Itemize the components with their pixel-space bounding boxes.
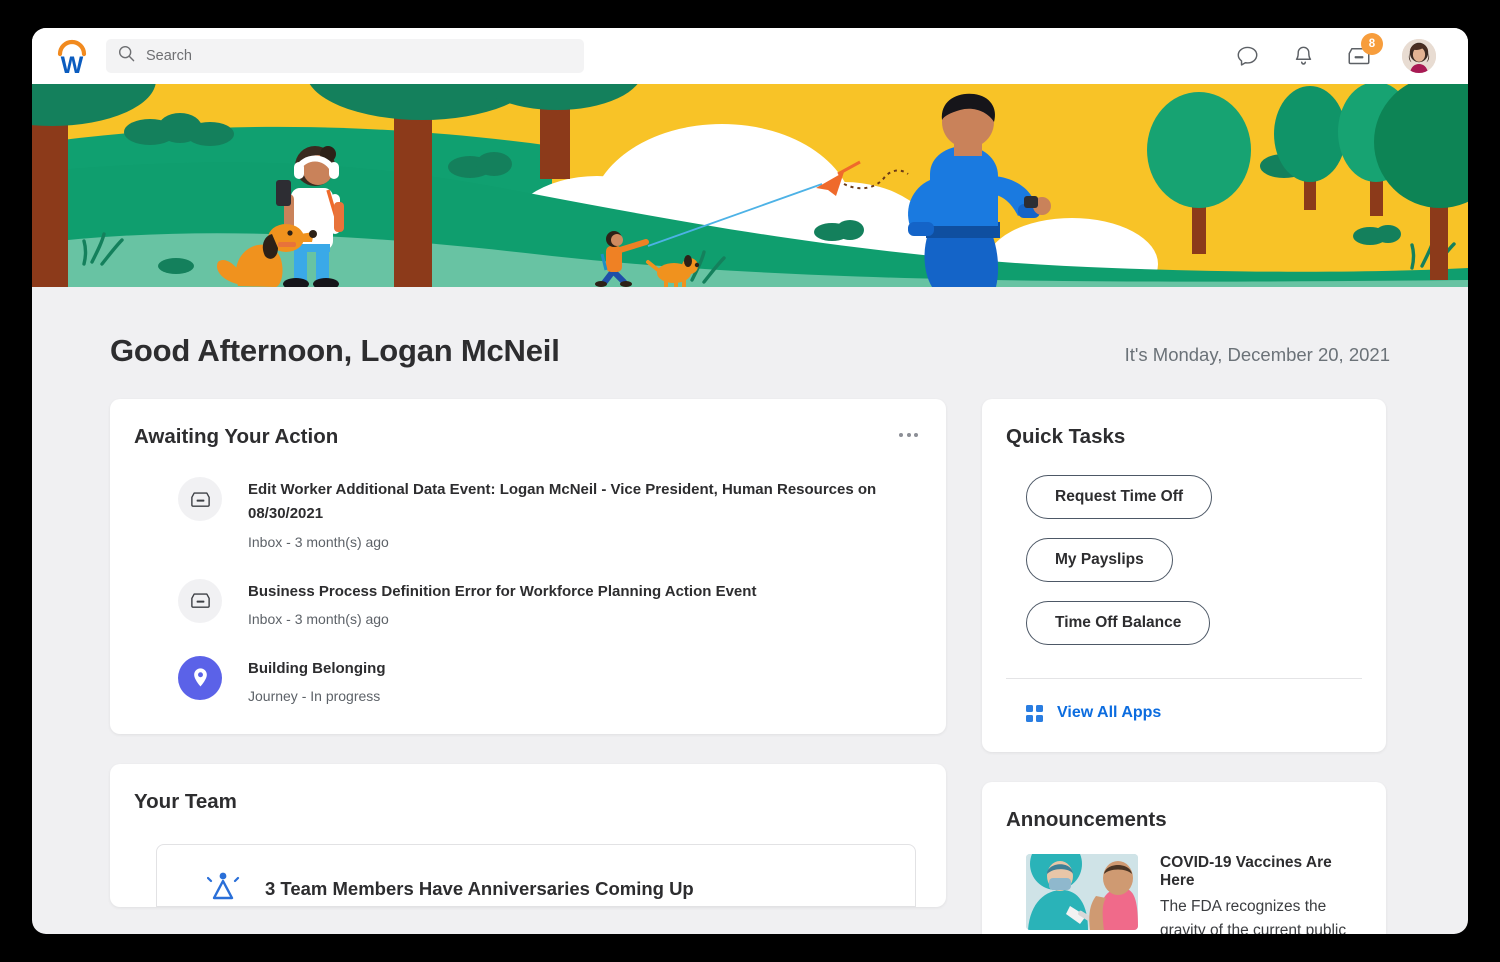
list-item-title: 3 Team Members Have Anniversaries Coming… — [265, 878, 694, 900]
list-item[interactable]: 3 Team Members Have Anniversaries Coming… — [157, 871, 915, 906]
your-team-title: Your Team — [134, 790, 922, 814]
avatar[interactable] — [1402, 39, 1436, 73]
app-screen: W — [32, 28, 1468, 934]
your-team-card: Your Team 3 Team Members Have Anniversar… — [110, 764, 946, 907]
request-time-off-button[interactable]: Request Time Off — [1026, 475, 1212, 519]
workday-logo[interactable]: W — [52, 37, 92, 75]
top-navigation-bar: W — [32, 28, 1468, 84]
list-item-body: Edit Worker Additional Data Event: Logan… — [248, 477, 888, 550]
search-bar[interactable] — [106, 39, 584, 73]
grid-icon — [1026, 705, 1043, 722]
svg-text:W: W — [61, 52, 84, 75]
page-title: Good Afternoon, Logan McNeil — [110, 333, 560, 369]
list-item-title: Business Process Definition Error for Wo… — [248, 580, 756, 604]
greeting-row: Good Afternoon, Logan McNeil It's Monday… — [110, 287, 1390, 399]
list-item-title: Edit Worker Additional Data Event: Logan… — [248, 478, 888, 527]
inbox-icon — [178, 477, 222, 521]
your-team-panel: 3 Team Members Have Anniversaries Coming… — [156, 844, 916, 907]
celebration-icon — [207, 871, 241, 906]
inbox-badge: 8 — [1361, 33, 1383, 55]
list-item[interactable]: COVID-19 Vaccines Are Here The FDA recog… — [1006, 832, 1362, 934]
awaiting-action-title: Awaiting Your Action — [134, 425, 338, 449]
inbox-icon[interactable]: 8 — [1346, 43, 1372, 69]
dashboard-columns: Awaiting Your Action — [110, 399, 1390, 934]
announcements-card: Announcements — [982, 782, 1386, 934]
bell-icon[interactable] — [1290, 43, 1316, 69]
left-column: Awaiting Your Action — [110, 399, 946, 907]
inbox-icon — [178, 579, 222, 623]
list-item-title: Building Belonging — [248, 657, 385, 681]
list-item-body: Building Belonging Journey - In progress — [248, 656, 385, 704]
view-all-apps-label: View All Apps — [1057, 704, 1161, 722]
announcement-body: COVID-19 Vaccines Are Here The FDA recog… — [1160, 854, 1362, 934]
list-item[interactable]: Building Belonging Journey - In progress — [178, 656, 922, 704]
search-input[interactable] — [146, 39, 572, 73]
right-column: Quick Tasks Request Time Off My Payslips… — [982, 399, 1386, 934]
quick-tasks-card: Quick Tasks Request Time Off My Payslips… — [982, 399, 1386, 752]
awaiting-action-list: Edit Worker Additional Data Event: Logan… — [134, 449, 922, 734]
chat-icon[interactable] — [1234, 43, 1260, 69]
device-frame: W — [0, 0, 1500, 962]
list-item-subtitle: Inbox - 3 month(s) ago — [248, 534, 888, 550]
my-payslips-button[interactable]: My Payslips — [1026, 538, 1173, 582]
awaiting-your-action-card: Awaiting Your Action — [110, 399, 946, 734]
list-item-body: Business Process Definition Error for Wo… — [248, 579, 756, 627]
list-item[interactable]: Edit Worker Additional Data Event: Logan… — [178, 477, 922, 579]
map-pin-icon — [178, 656, 222, 700]
card-header: Awaiting Your Action — [134, 425, 922, 449]
list-item-subtitle: Inbox - 3 month(s) ago — [248, 611, 756, 627]
view-all-apps-link[interactable]: View All Apps — [1006, 679, 1362, 752]
list-item[interactable]: Business Process Definition Error for Wo… — [178, 579, 922, 656]
dashboard-content: Good Afternoon, Logan McNeil It's Monday… — [32, 287, 1468, 934]
covid-vaccination-photo — [1026, 854, 1138, 930]
hero-illustration — [32, 84, 1468, 287]
announcement-title: COVID-19 Vaccines Are Here — [1160, 854, 1362, 890]
list-item-subtitle: Journey - In progress — [248, 688, 385, 704]
announcement-description: The FDA recognizes the gravity of the cu… — [1160, 895, 1362, 934]
announcements-title: Announcements — [1006, 808, 1362, 832]
quick-tasks-list: Request Time Off My Payslips Time Off Ba… — [1006, 449, 1362, 664]
search-icon — [118, 45, 135, 67]
top-bar-actions: 8 — [1234, 39, 1448, 73]
current-date: It's Monday, December 20, 2021 — [1125, 344, 1390, 366]
quick-tasks-title: Quick Tasks — [1006, 425, 1362, 449]
overflow-menu-icon[interactable] — [895, 425, 922, 445]
time-off-balance-button[interactable]: Time Off Balance — [1026, 601, 1210, 645]
